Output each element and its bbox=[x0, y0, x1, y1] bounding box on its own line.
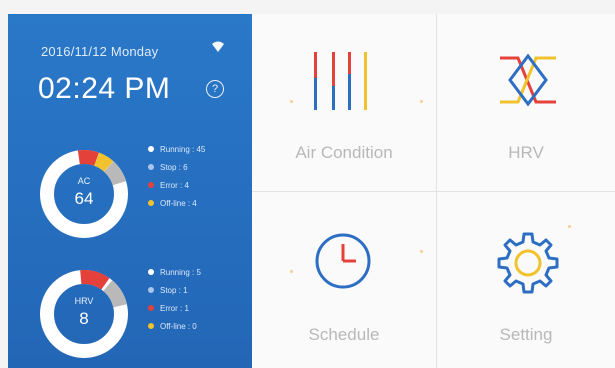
ac-legend-running: Running : 45 bbox=[148, 140, 205, 158]
hrv-legend-running: Running : 5 bbox=[148, 263, 201, 281]
air-condition-icon bbox=[314, 52, 367, 110]
tile-divider-horizontal bbox=[252, 191, 615, 192]
hrv-donut-count: 8 bbox=[79, 309, 89, 328]
hrv-legend-stop: Stop : 1 bbox=[148, 281, 201, 299]
decor-dot bbox=[290, 100, 293, 103]
ac-legend-offline: Off-line : 4 bbox=[148, 194, 205, 212]
clock-icon bbox=[315, 233, 371, 289]
hrv-donut: HRV 8 bbox=[36, 266, 132, 362]
decor-dot bbox=[420, 250, 423, 253]
air-condition-tile[interactable]: Air Condition bbox=[252, 14, 436, 191]
schedule-tile[interactable]: Schedule bbox=[252, 192, 436, 368]
schedule-label: Schedule bbox=[308, 325, 380, 344]
status-panel: 2016/11/12 Monday 02:24 PM ? AC 64 Runni… bbox=[8, 14, 252, 368]
help-icon[interactable]: ? bbox=[206, 80, 224, 98]
hrv-icon bbox=[500, 53, 556, 107]
gear-icon bbox=[497, 232, 559, 294]
decor-dot bbox=[290, 270, 293, 273]
decor-dot bbox=[420, 100, 423, 103]
clock-time: 02:24 PM bbox=[38, 72, 171, 105]
air-condition-label: Air Condition bbox=[295, 143, 393, 162]
ac-legend-stop: Stop : 6 bbox=[148, 158, 205, 176]
ac-donut-label: AC bbox=[77, 176, 91, 186]
date-label: 2016/11/12 Monday bbox=[41, 44, 159, 59]
ac-legend-error: Error : 4 bbox=[148, 176, 205, 194]
hrv-legend-offline: Off-line : 0 bbox=[148, 317, 201, 335]
hrv-tile[interactable]: HRV bbox=[437, 14, 615, 191]
wifi-icon bbox=[212, 41, 224, 52]
setting-label: Setting bbox=[499, 325, 553, 344]
hrv-label: HRV bbox=[508, 143, 544, 162]
hrv-legend: Running : 5 Stop : 1 Error : 1 Off-line … bbox=[148, 263, 201, 335]
hrv-donut-label: HRV bbox=[74, 296, 94, 306]
hrv-legend-error: Error : 1 bbox=[148, 299, 201, 317]
ac-legend: Running : 45 Stop : 6 Error : 4 Off-line… bbox=[148, 140, 205, 212]
setting-tile[interactable]: Setting bbox=[437, 192, 615, 368]
ac-donut-count: 64 bbox=[74, 189, 94, 208]
ac-donut: AC 64 bbox=[36, 146, 132, 242]
decor-dot bbox=[568, 225, 571, 228]
